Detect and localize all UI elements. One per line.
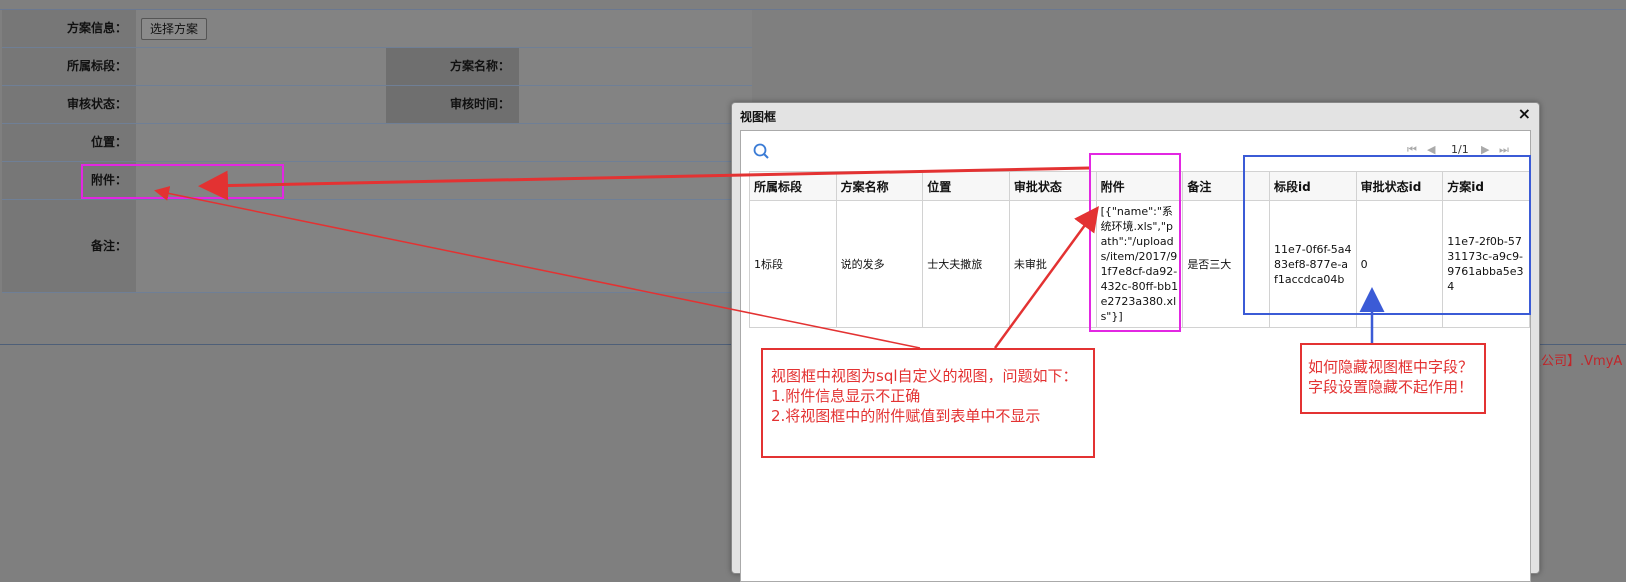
arrow-to-attachment-label [198,166,1090,201]
arrow-note-to-form [154,186,921,349]
annotation-arrows [154,166,1385,349]
arrow-note-to-attachment-column [993,205,1099,349]
